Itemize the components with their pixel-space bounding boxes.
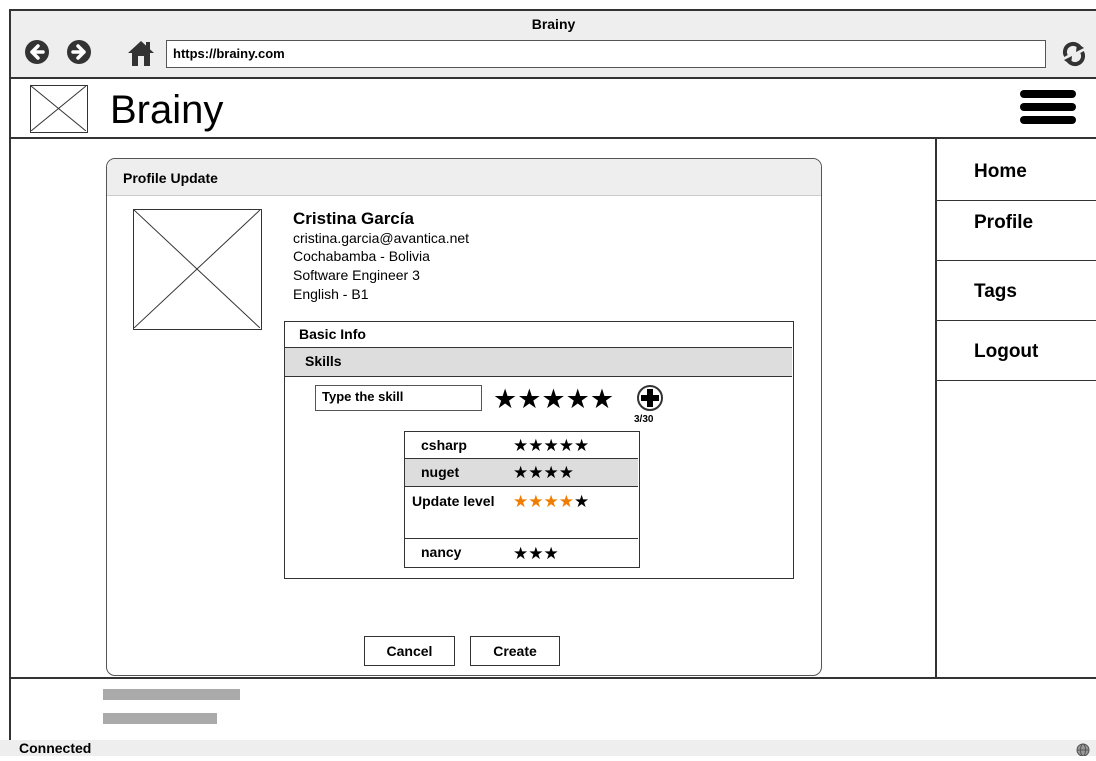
update-level-label: Update level	[412, 493, 495, 509]
skill-stars[interactable]: ★★★	[513, 544, 559, 564]
globe-icon	[1075, 742, 1091, 757]
skill-input[interactable]: Type the skill	[315, 385, 482, 411]
skill-stars[interactable]: ★★★★	[513, 463, 574, 483]
nav-item-profile[interactable]: Profile	[937, 201, 1096, 261]
cancel-button[interactable]: Cancel	[364, 636, 455, 666]
skill-row[interactable]: nancy ★★★	[405, 539, 638, 566]
update-level-stars[interactable]: ★★★★★	[513, 492, 589, 512]
skill-name: nancy	[421, 544, 462, 560]
status-bar	[0, 740, 1096, 756]
skill-name: csharp	[421, 437, 467, 453]
brand-name: Brainy	[110, 88, 224, 132]
tab-skills[interactable]: Skills	[285, 348, 792, 377]
skill-row-selected[interactable]: nuget ★★★★	[405, 459, 638, 487]
url-field[interactable]: https://brainy.com	[166, 40, 1046, 68]
create-button[interactable]: Create	[470, 636, 560, 666]
nav-item-tags[interactable]: Tags	[937, 261, 1096, 321]
profile-language: English - B1	[293, 286, 369, 302]
dialog-header: Profile Update	[107, 159, 821, 196]
skill-rating-stars[interactable]: ★★★★★	[493, 383, 614, 415]
skill-row-editing[interactable]: Update level ★★★★★	[405, 487, 638, 539]
back-icon[interactable]	[25, 40, 49, 64]
dialog-title: Profile Update	[123, 170, 218, 186]
page-footer	[11, 677, 1096, 744]
home-icon[interactable]	[126, 39, 156, 67]
footer-text-placeholder	[103, 689, 240, 700]
window-title: Brainy	[531, 16, 576, 32]
nav-item-home[interactable]: Home	[937, 139, 1096, 201]
add-skill-icon[interactable]	[630, 384, 670, 412]
highlighted-stars[interactable]: ★★★★	[513, 492, 574, 511]
skills-list: csharp ★★★★★ nuget ★★★★ Update level ★★★…	[404, 431, 640, 568]
forward-icon[interactable]	[67, 40, 91, 64]
footer-text-placeholder	[103, 713, 217, 724]
skill-counter: 3/30	[634, 414, 654, 425]
profile-email: cristina.garcia@avantica.net	[293, 230, 470, 246]
refresh-icon[interactable]	[1060, 40, 1088, 68]
nav-item-logout[interactable]: Logout	[937, 321, 1096, 381]
side-nav: Home Profile Tags Logout	[935, 139, 1096, 677]
connection-status: Connected	[19, 740, 92, 756]
tab-basic-info[interactable]: Basic Info	[285, 322, 792, 348]
remaining-star[interactable]: ★	[574, 492, 589, 511]
profile-role: Software Engineer 3	[293, 267, 420, 283]
profile-name: Cristina García	[293, 209, 414, 228]
skill-name: nuget	[421, 464, 460, 480]
profile-location: Cochabamba - Bolivia	[293, 248, 430, 264]
logo-placeholder	[30, 85, 88, 133]
avatar-placeholder	[133, 209, 262, 330]
skill-row[interactable]: csharp ★★★★★	[405, 432, 638, 459]
menu-icon[interactable]	[1020, 90, 1076, 124]
skill-stars[interactable]: ★★★★★	[513, 436, 589, 456]
